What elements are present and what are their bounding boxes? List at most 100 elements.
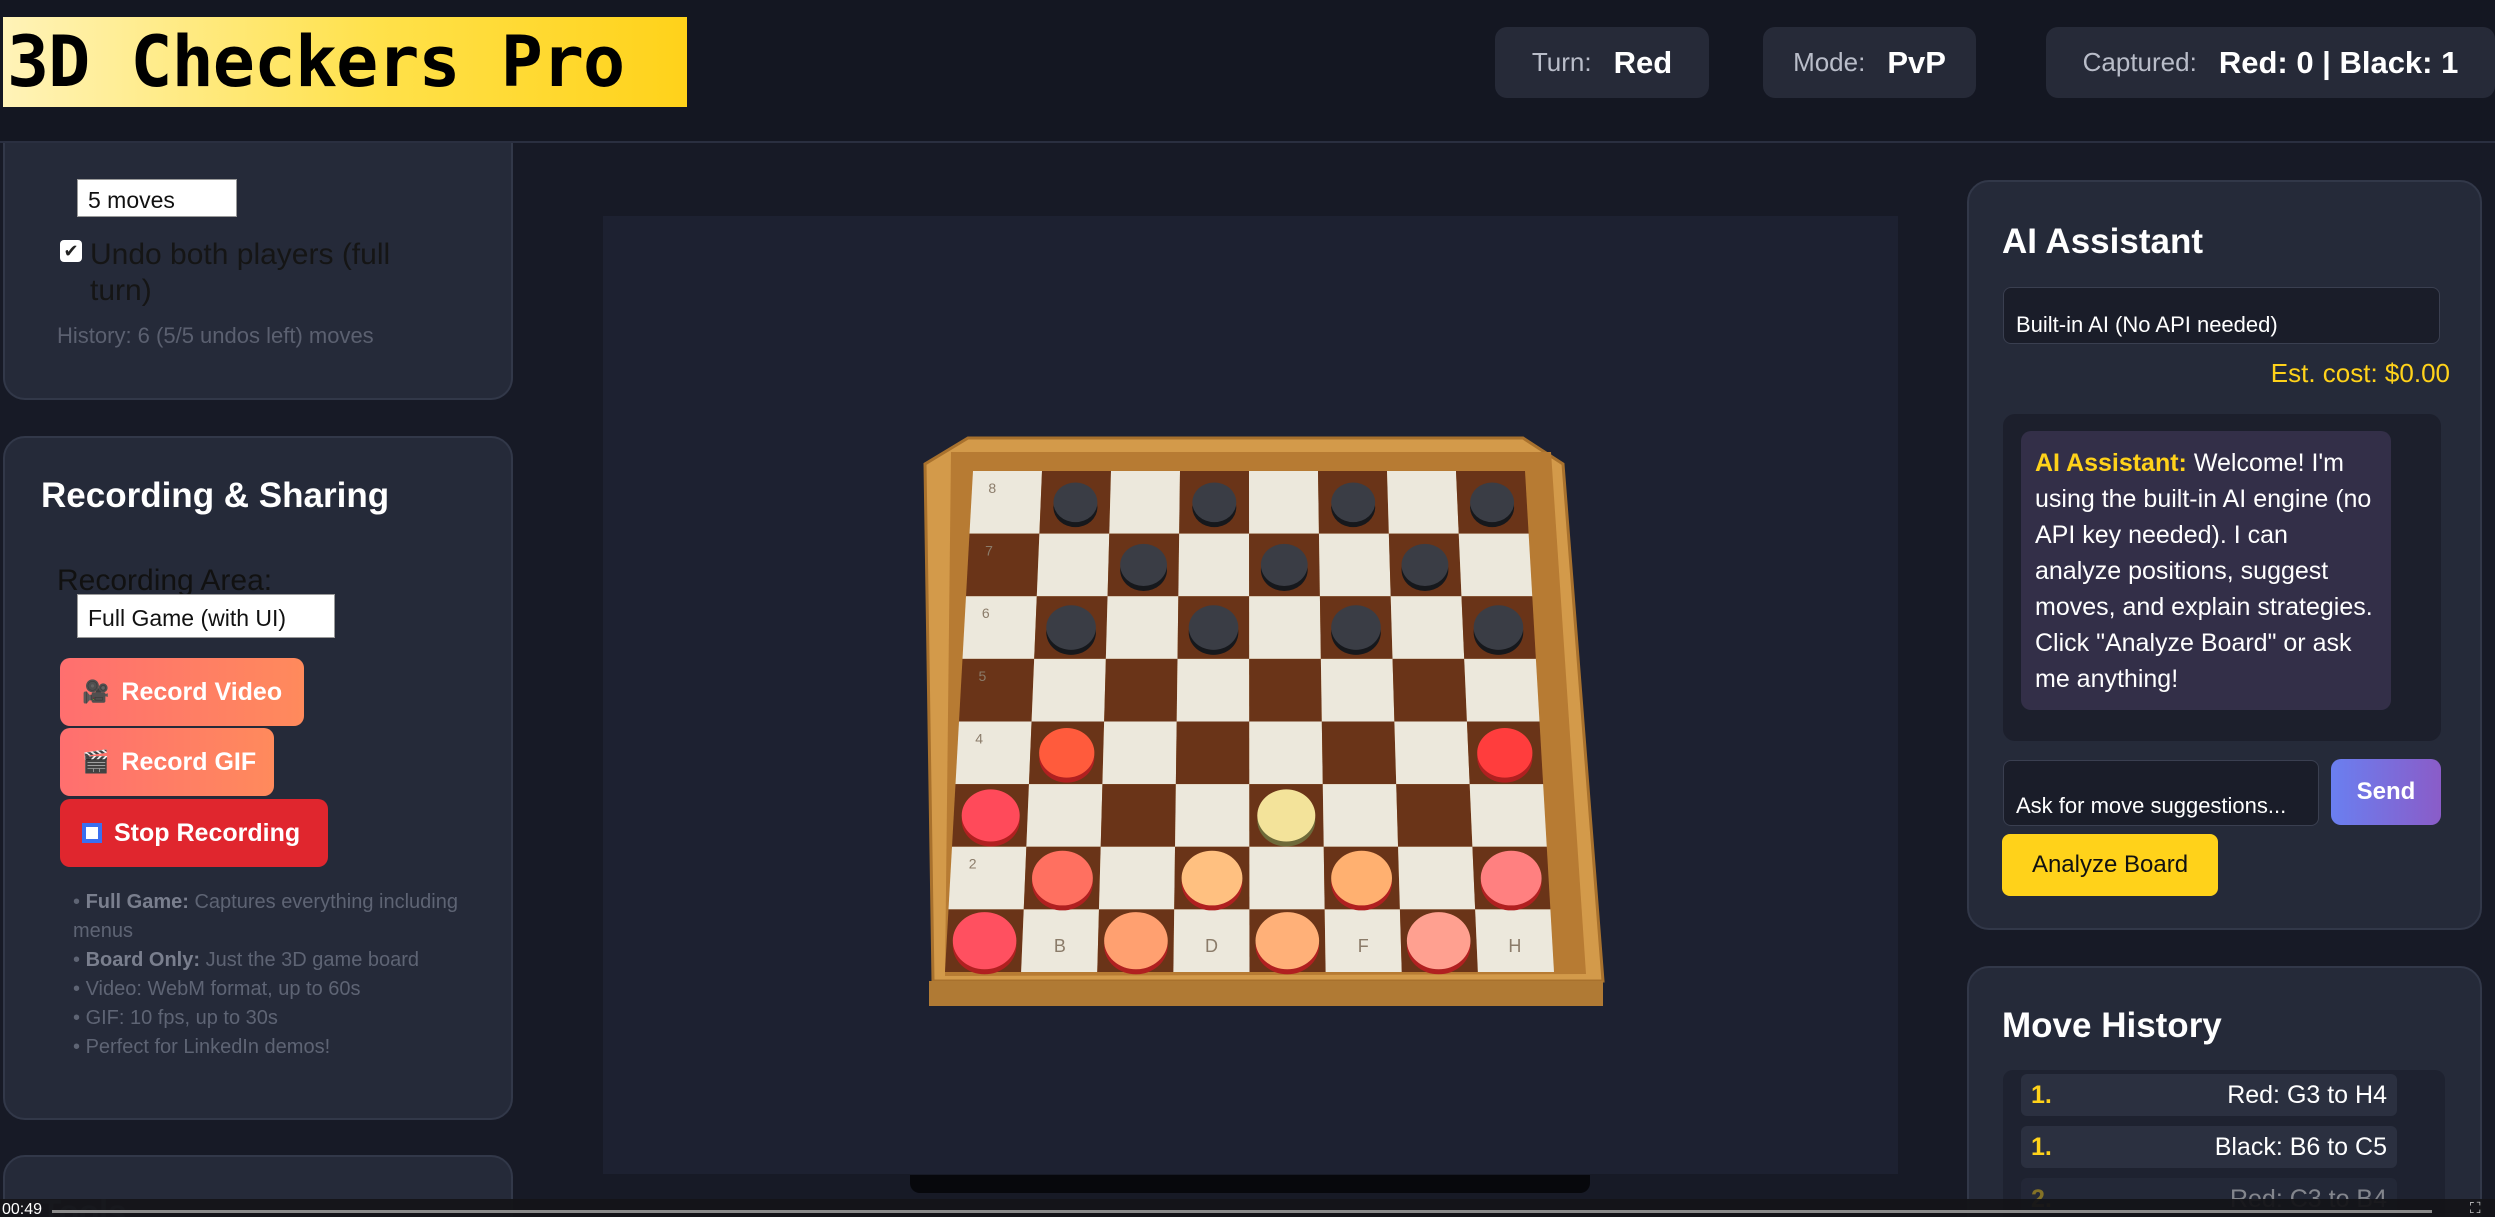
board-square xyxy=(1249,596,1321,659)
ai-engine-select[interactable]: Built-in AI (No API needed) xyxy=(2003,287,2440,344)
board-square xyxy=(1398,846,1476,910)
row-label: 7 xyxy=(985,543,993,559)
captured-indicator: Captured: Red: 0 | Black: 1 xyxy=(2046,27,2495,98)
move-number: 1. xyxy=(2031,1133,2052,1161)
note-item: • Board Only: Just the 3D game board xyxy=(73,949,420,971)
ai-assistant-panel: AI Assistant Built-in AI (No API needed)… xyxy=(1967,180,2482,930)
black-piece xyxy=(1401,543,1449,586)
board-square xyxy=(1249,721,1323,785)
red-piece xyxy=(1255,912,1320,970)
board-square xyxy=(1394,721,1470,785)
fullscreen-icon[interactable]: ⛶ xyxy=(2470,1200,2481,1217)
row-label: 4 xyxy=(975,730,983,746)
record-gif-label: Record GIF xyxy=(121,747,257,776)
recording-title: Recording & Sharing xyxy=(41,476,390,515)
stop-icon xyxy=(82,823,102,843)
game-board-viewport[interactable]: 8 7 6 5 4 2 B D F H xyxy=(603,216,1898,1174)
video-progress-track[interactable] xyxy=(52,1210,2432,1213)
chat-box: AI Assistant: Welcome! I'm using the bui… xyxy=(2003,414,2441,741)
chat-sender: AI Assistant: xyxy=(2035,449,2187,477)
video-time: 00:49 xyxy=(2,1201,43,1217)
row-label: 5 xyxy=(979,668,987,684)
captured-value: Red: 0 | Black: 1 xyxy=(2218,44,2459,80)
clapperboard-icon: 🎬 xyxy=(82,749,110,774)
checkers-board[interactable]: 8 7 6 5 4 2 B D F H xyxy=(603,216,1898,1174)
board-square xyxy=(1322,784,1399,847)
undo-settings-panel: 5 moves ✔ Undo both players (full turn) … xyxy=(3,143,513,400)
board-square xyxy=(1176,658,1250,722)
red-piece xyxy=(1331,850,1392,906)
col-label: H xyxy=(1508,936,1521,956)
board-square xyxy=(1175,721,1250,785)
board-square xyxy=(1100,784,1176,847)
turn-label: Turn: xyxy=(1531,47,1592,77)
black-piece xyxy=(1053,482,1098,523)
note-item: • Perfect for LinkedIn demos! xyxy=(73,1036,331,1058)
red-piece xyxy=(1039,727,1095,778)
move-text: Red: G3 to H4 xyxy=(2227,1081,2387,1109)
note-item: • GIF: 10 fps, up to 30s xyxy=(73,1007,278,1029)
board-square xyxy=(1249,846,1325,910)
board-square xyxy=(1321,721,1397,785)
move-history-list: 1. Red: G3 to H4 1. Black: B6 to C5 2. R… xyxy=(2003,1070,2445,1217)
captured-label: Captured: xyxy=(2082,47,2197,77)
red-piece xyxy=(961,789,1020,842)
record-gif-button[interactable]: 🎬 Record GIF xyxy=(60,728,274,796)
recording-notes: • Full Game: Captures everything includi… xyxy=(73,888,493,1062)
board-square xyxy=(1320,658,1395,722)
board-square xyxy=(955,721,1032,785)
history-row[interactable]: 1. Black: B6 to C5 xyxy=(2021,1126,2397,1168)
black-piece xyxy=(1046,605,1096,650)
history-title: Move History xyxy=(2002,1006,2222,1045)
black-piece xyxy=(1331,605,1381,650)
col-label: D xyxy=(1205,936,1218,956)
selected-piece xyxy=(1257,789,1316,842)
board-square xyxy=(1102,721,1177,785)
black-piece xyxy=(1192,482,1237,523)
undo-both-checkbox[interactable]: ✔ xyxy=(60,240,82,262)
board-square xyxy=(948,846,1027,910)
board-square xyxy=(1387,471,1459,534)
stop-recording-button[interactable]: Stop Recording xyxy=(60,799,328,867)
board-square xyxy=(1026,784,1103,847)
chat-message: AI Assistant: Welcome! I'm using the bui… xyxy=(2021,431,2391,710)
move-history-panel: Move History 1. Red: G3 to H4 1. Black: … xyxy=(1967,966,2482,1217)
board-square xyxy=(1031,658,1106,722)
board-square xyxy=(1390,596,1465,659)
board-square xyxy=(1175,784,1250,847)
board-square xyxy=(969,471,1042,534)
analyze-board-button[interactable]: Analyze Board xyxy=(2002,834,2218,896)
video-player-bar xyxy=(0,1199,2495,1217)
row-label: 6 xyxy=(982,605,990,621)
board-square xyxy=(1104,658,1178,722)
stop-recording-label: Stop Recording xyxy=(114,818,301,847)
board-shadow-bar xyxy=(910,1175,1590,1193)
red-piece xyxy=(1104,912,1168,970)
board-square xyxy=(1318,533,1391,597)
red-piece xyxy=(1181,850,1243,906)
ask-input[interactable]: Ask for move suggestions... xyxy=(2003,760,2319,826)
board-square xyxy=(966,533,1040,597)
board-frame-edge xyxy=(929,981,1603,1006)
red-piece xyxy=(1480,850,1542,906)
recording-area-select[interactable]: Full Game (with UI) xyxy=(77,594,335,638)
col-label: F xyxy=(1358,936,1369,956)
record-video-button[interactable]: 🎥 Record Video xyxy=(60,658,304,726)
ai-title: AI Assistant xyxy=(2002,222,2203,261)
black-piece xyxy=(1473,605,1524,650)
board-square xyxy=(1098,846,1176,910)
undo-limit-select[interactable]: 5 moves xyxy=(77,179,237,217)
move-text: Black: B6 to C5 xyxy=(2214,1133,2387,1161)
send-button[interactable]: Send xyxy=(2331,759,2441,825)
video-camera-icon: 🎥 xyxy=(82,679,110,704)
black-piece xyxy=(1470,482,1515,523)
turn-indicator: Turn: Red xyxy=(1495,27,1709,98)
note-item: • Full Game: Captures everything includi… xyxy=(73,891,458,942)
history-row[interactable]: 1. Red: G3 to H4 xyxy=(2021,1074,2397,1116)
turn-value: Red xyxy=(1613,44,1673,80)
board-square xyxy=(1392,658,1467,722)
undo-both-label: Undo both players (full turn) xyxy=(90,238,391,307)
move-number: 1. xyxy=(2031,1081,2052,1109)
row-label: 8 xyxy=(988,480,996,496)
board-square xyxy=(1178,533,1250,597)
